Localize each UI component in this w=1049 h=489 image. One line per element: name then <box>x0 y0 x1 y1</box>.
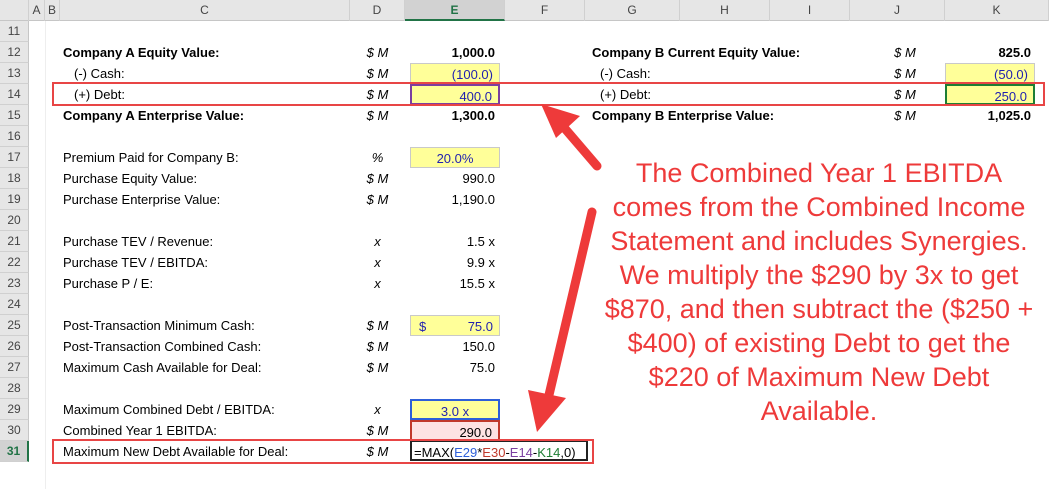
arrow-to-debt-row-icon <box>541 104 602 171</box>
arrow-to-formula-icon <box>528 207 597 432</box>
annotation-note: The Combined Year 1 EBITDA comes from th… <box>604 158 1034 426</box>
